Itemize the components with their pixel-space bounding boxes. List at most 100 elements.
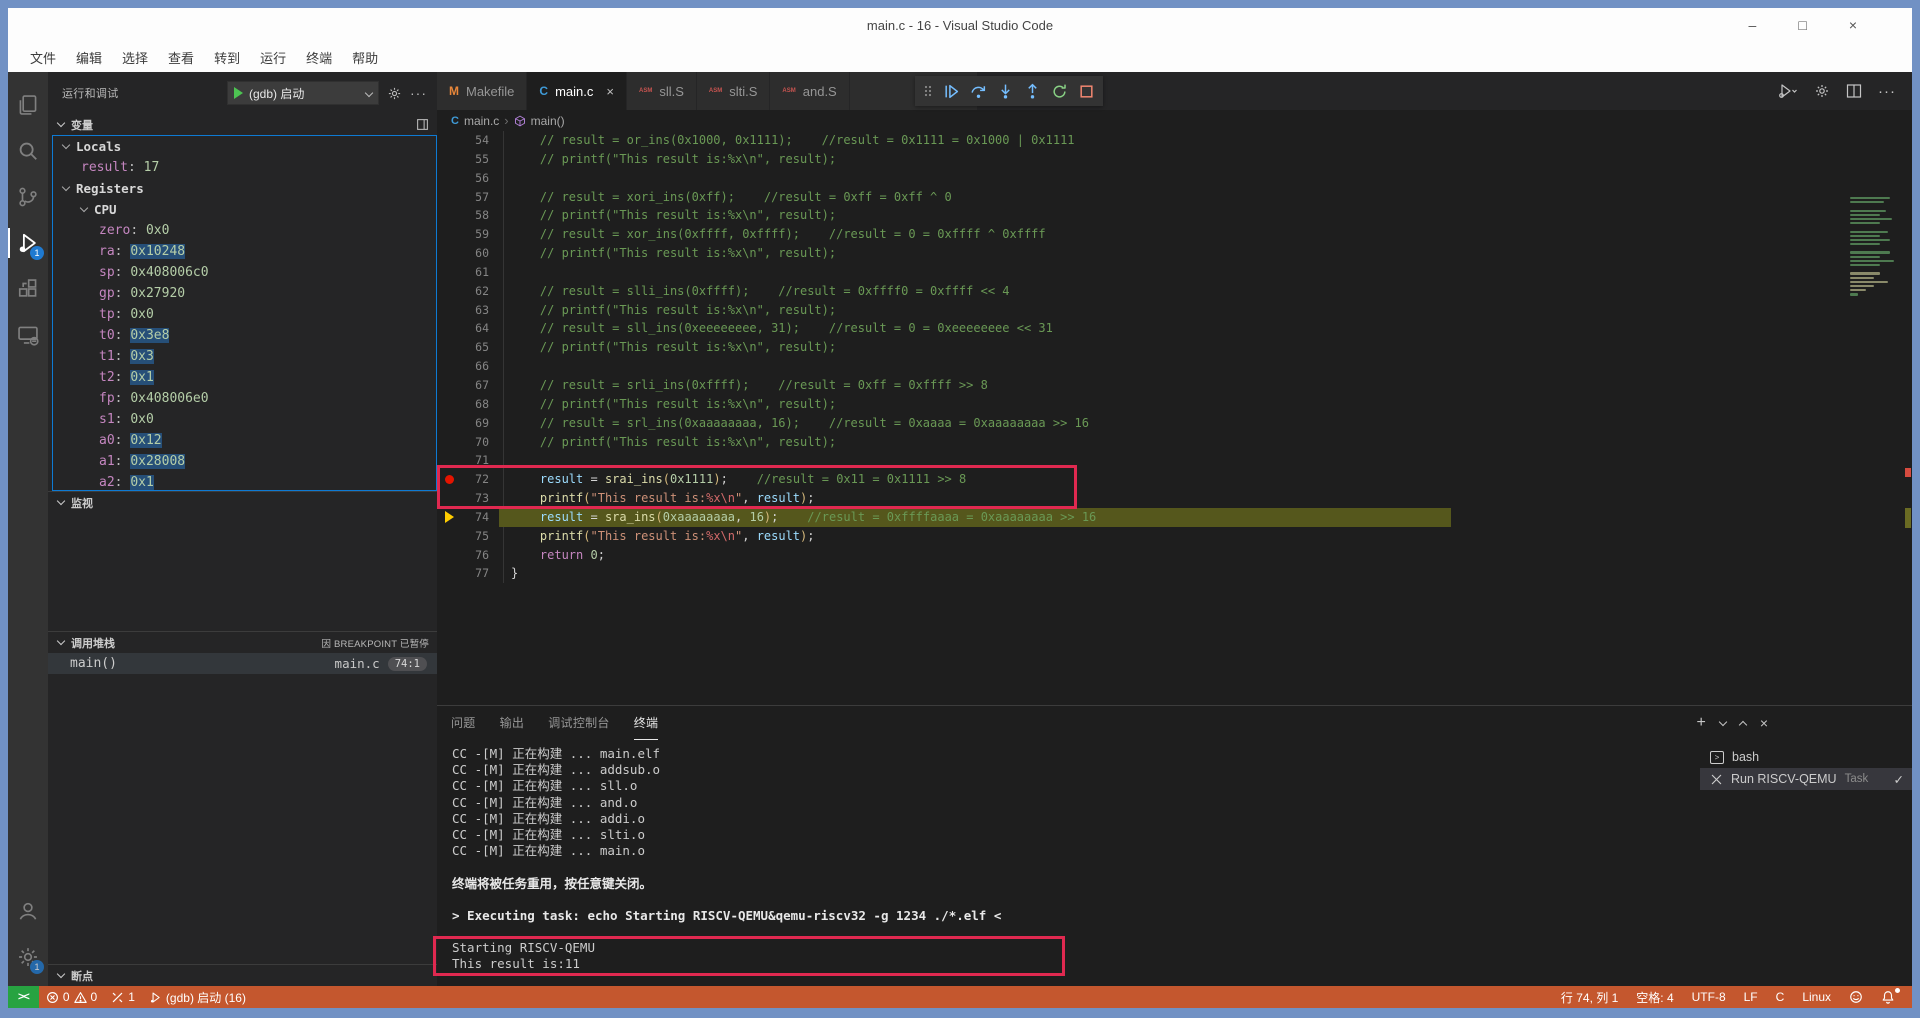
debug-settings-gear-icon[interactable] [387, 86, 402, 101]
current-line-arrow-icon[interactable] [437, 511, 461, 523]
step-over-button[interactable] [970, 83, 987, 100]
new-terminal-icon[interactable]: + [1696, 714, 1705, 732]
restart-button[interactable] [1051, 83, 1068, 100]
terminal-list-item-Run RISCV-QEMU[interactable]: Run RISCV-QEMUTask✓ [1700, 768, 1912, 790]
account-icon[interactable] [8, 888, 48, 934]
gutter[interactable]: 61 [437, 263, 499, 282]
code-line-67[interactable]: 67 // result = srli_ins(0xffff); //resul… [437, 376, 1912, 395]
menu-item-2[interactable]: 选择 [114, 45, 156, 70]
remote-indicator[interactable]: >< [8, 986, 39, 1008]
gutter[interactable]: 65 [437, 338, 499, 357]
breadcrumb[interactable]: C main.c › main() [437, 110, 1912, 131]
running-tasks-status[interactable]: 1 [104, 986, 142, 1008]
panel-toggle-icon[interactable] [416, 118, 429, 131]
gutter[interactable]: 70 [437, 433, 499, 452]
variables-group-CPU[interactable]: CPU [53, 199, 436, 220]
code-editor[interactable]: 54 // result = or_ins(0x1000, 0x1111); /… [437, 131, 1912, 705]
menu-item-4[interactable]: 转到 [206, 45, 248, 70]
breakpoints-section-header[interactable]: 断点 [48, 964, 437, 986]
variable-row-a2[interactable]: a2: 0x1 [53, 472, 436, 491]
editor-more-actions-icon[interactable]: ··· [1878, 83, 1896, 100]
stack-frame-row[interactable]: main() main.c 74:1 [48, 653, 437, 674]
minimize-button[interactable]: – [1749, 17, 1757, 33]
gutter[interactable]: 58 [437, 206, 499, 225]
source-control-icon[interactable] [8, 174, 48, 220]
variables-section-header[interactable]: 变量 [48, 114, 437, 135]
run-or-debug-icon[interactable] [1778, 83, 1798, 99]
maximize-panel-icon[interactable] [1739, 721, 1747, 729]
breakpoint-icon[interactable] [437, 475, 461, 484]
code-line-62[interactable]: 62 // result = slli_ins(0xffff); //resul… [437, 282, 1912, 301]
gutter[interactable]: 75 [437, 527, 499, 546]
variable-row-result[interactable]: result: 17 [53, 157, 436, 178]
variable-row-tp[interactable]: tp: 0x0 [53, 304, 436, 325]
menu-item-3[interactable]: 查看 [160, 45, 202, 70]
code-line-73[interactable]: 73 printf("This result is:%x\n", result)… [437, 489, 1912, 508]
code-line-66[interactable]: 66 [437, 357, 1912, 376]
breadcrumb-symbol[interactable]: main() [531, 114, 565, 128]
gutter[interactable]: 66 [437, 357, 499, 376]
gutter[interactable]: 68 [437, 395, 499, 414]
variable-row-t0[interactable]: t0: 0x3e8 [53, 325, 436, 346]
tab-sll.S[interactable]: ASMsll.S [627, 72, 697, 110]
gutter[interactable]: 72 [437, 470, 499, 489]
step-into-button[interactable] [997, 83, 1014, 100]
debug-session-status[interactable]: (gdb) 启动 (16) [142, 986, 253, 1008]
watch-section-header[interactable]: 监视 [48, 491, 437, 513]
breadcrumb-file[interactable]: main.c [464, 114, 499, 128]
variables-group-Locals[interactable]: Locals [53, 136, 436, 157]
gutter[interactable]: 56 [437, 169, 499, 188]
close-button[interactable]: × [1849, 17, 1857, 33]
gutter[interactable]: 73 [437, 489, 499, 508]
code-line-69[interactable]: 69 // result = srl_ins(0xaaaaaaaa, 16); … [437, 414, 1912, 433]
remote-explorer-icon[interactable] [8, 312, 48, 358]
gutter[interactable]: 74 [437, 508, 499, 527]
code-line-72[interactable]: 72 result = srai_ins(0x1111); //result =… [437, 470, 1912, 489]
gutter[interactable]: 77 [437, 564, 499, 583]
variable-row-zero[interactable]: zero: 0x0 [53, 220, 436, 241]
terminal-list-item-bash[interactable]: >bash [1700, 746, 1912, 768]
variable-row-fp[interactable]: fp: 0x408006e0 [53, 388, 436, 409]
tab-close-icon[interactable]: × [606, 84, 614, 99]
variables-group-Registers[interactable]: Registers [53, 178, 436, 199]
panel-tab-调试控制台[interactable]: 调试控制台 [548, 706, 610, 740]
variable-row-ra[interactable]: ra: 0x10248 [53, 241, 436, 262]
code-line-61[interactable]: 61 [437, 263, 1912, 282]
gutter[interactable]: 63 [437, 301, 499, 320]
search-icon[interactable] [8, 128, 48, 174]
gutter[interactable]: 64 [437, 319, 499, 338]
terminal-picker-chevron-icon[interactable] [1719, 717, 1727, 725]
code-line-57[interactable]: 57 // result = xori_ins(0xff); //result … [437, 188, 1912, 207]
code-line-55[interactable]: 55 // printf("This result is:%x\n", resu… [437, 150, 1912, 169]
code-line-75[interactable]: 75 printf("This result is:%x\n", result)… [437, 527, 1912, 546]
variable-row-s1[interactable]: s1: 0x0 [53, 409, 436, 430]
code-line-60[interactable]: 60 // printf("This result is:%x\n", resu… [437, 244, 1912, 263]
code-line-54[interactable]: 54 // result = or_ins(0x1000, 0x1111); /… [437, 131, 1912, 150]
terminal-output[interactable]: CC -[M] 正在构建 ... main.elfCC -[M] 正在构建 ..… [437, 740, 1700, 986]
panel-tab-问题[interactable]: 问题 [451, 706, 476, 740]
bell-icon[interactable] [1872, 990, 1904, 1004]
gutter[interactable]: 62 [437, 282, 499, 301]
call-stack-section-header[interactable]: 调用堆栈 因 BREAKPOINT 已暂停 [48, 631, 437, 653]
code-line-58[interactable]: 58 // printf("This result is:%x\n", resu… [437, 206, 1912, 225]
feedback-icon[interactable] [1840, 990, 1872, 1004]
gutter[interactable]: 59 [437, 225, 499, 244]
code-line-70[interactable]: 70 // printf("This result is:%x\n", resu… [437, 433, 1912, 452]
eol-status[interactable]: LF [1735, 990, 1767, 1004]
tab-Makefile[interactable]: MMakefile [437, 72, 527, 110]
start-debug-icon[interactable] [234, 87, 243, 99]
variable-row-t2[interactable]: t2: 0x1 [53, 367, 436, 388]
explorer-icon[interactable] [8, 82, 48, 128]
gutter[interactable]: 69 [437, 414, 499, 433]
problems-status[interactable]: 0 0 [39, 986, 104, 1008]
menu-item-7[interactable]: 帮助 [344, 45, 386, 70]
language-status[interactable]: C [1767, 990, 1794, 1004]
tab-main.c[interactable]: Cmain.c× [527, 72, 627, 110]
run-and-debug-icon[interactable]: 1 [8, 220, 48, 266]
encoding-status[interactable]: UTF-8 [1683, 990, 1735, 1004]
extensions-icon[interactable] [8, 266, 48, 312]
gutter[interactable]: 55 [437, 150, 499, 169]
panel-tab-输出[interactable]: 输出 [500, 706, 525, 740]
close-panel-icon[interactable]: × [1760, 715, 1768, 731]
menu-item-5[interactable]: 运行 [252, 45, 294, 70]
